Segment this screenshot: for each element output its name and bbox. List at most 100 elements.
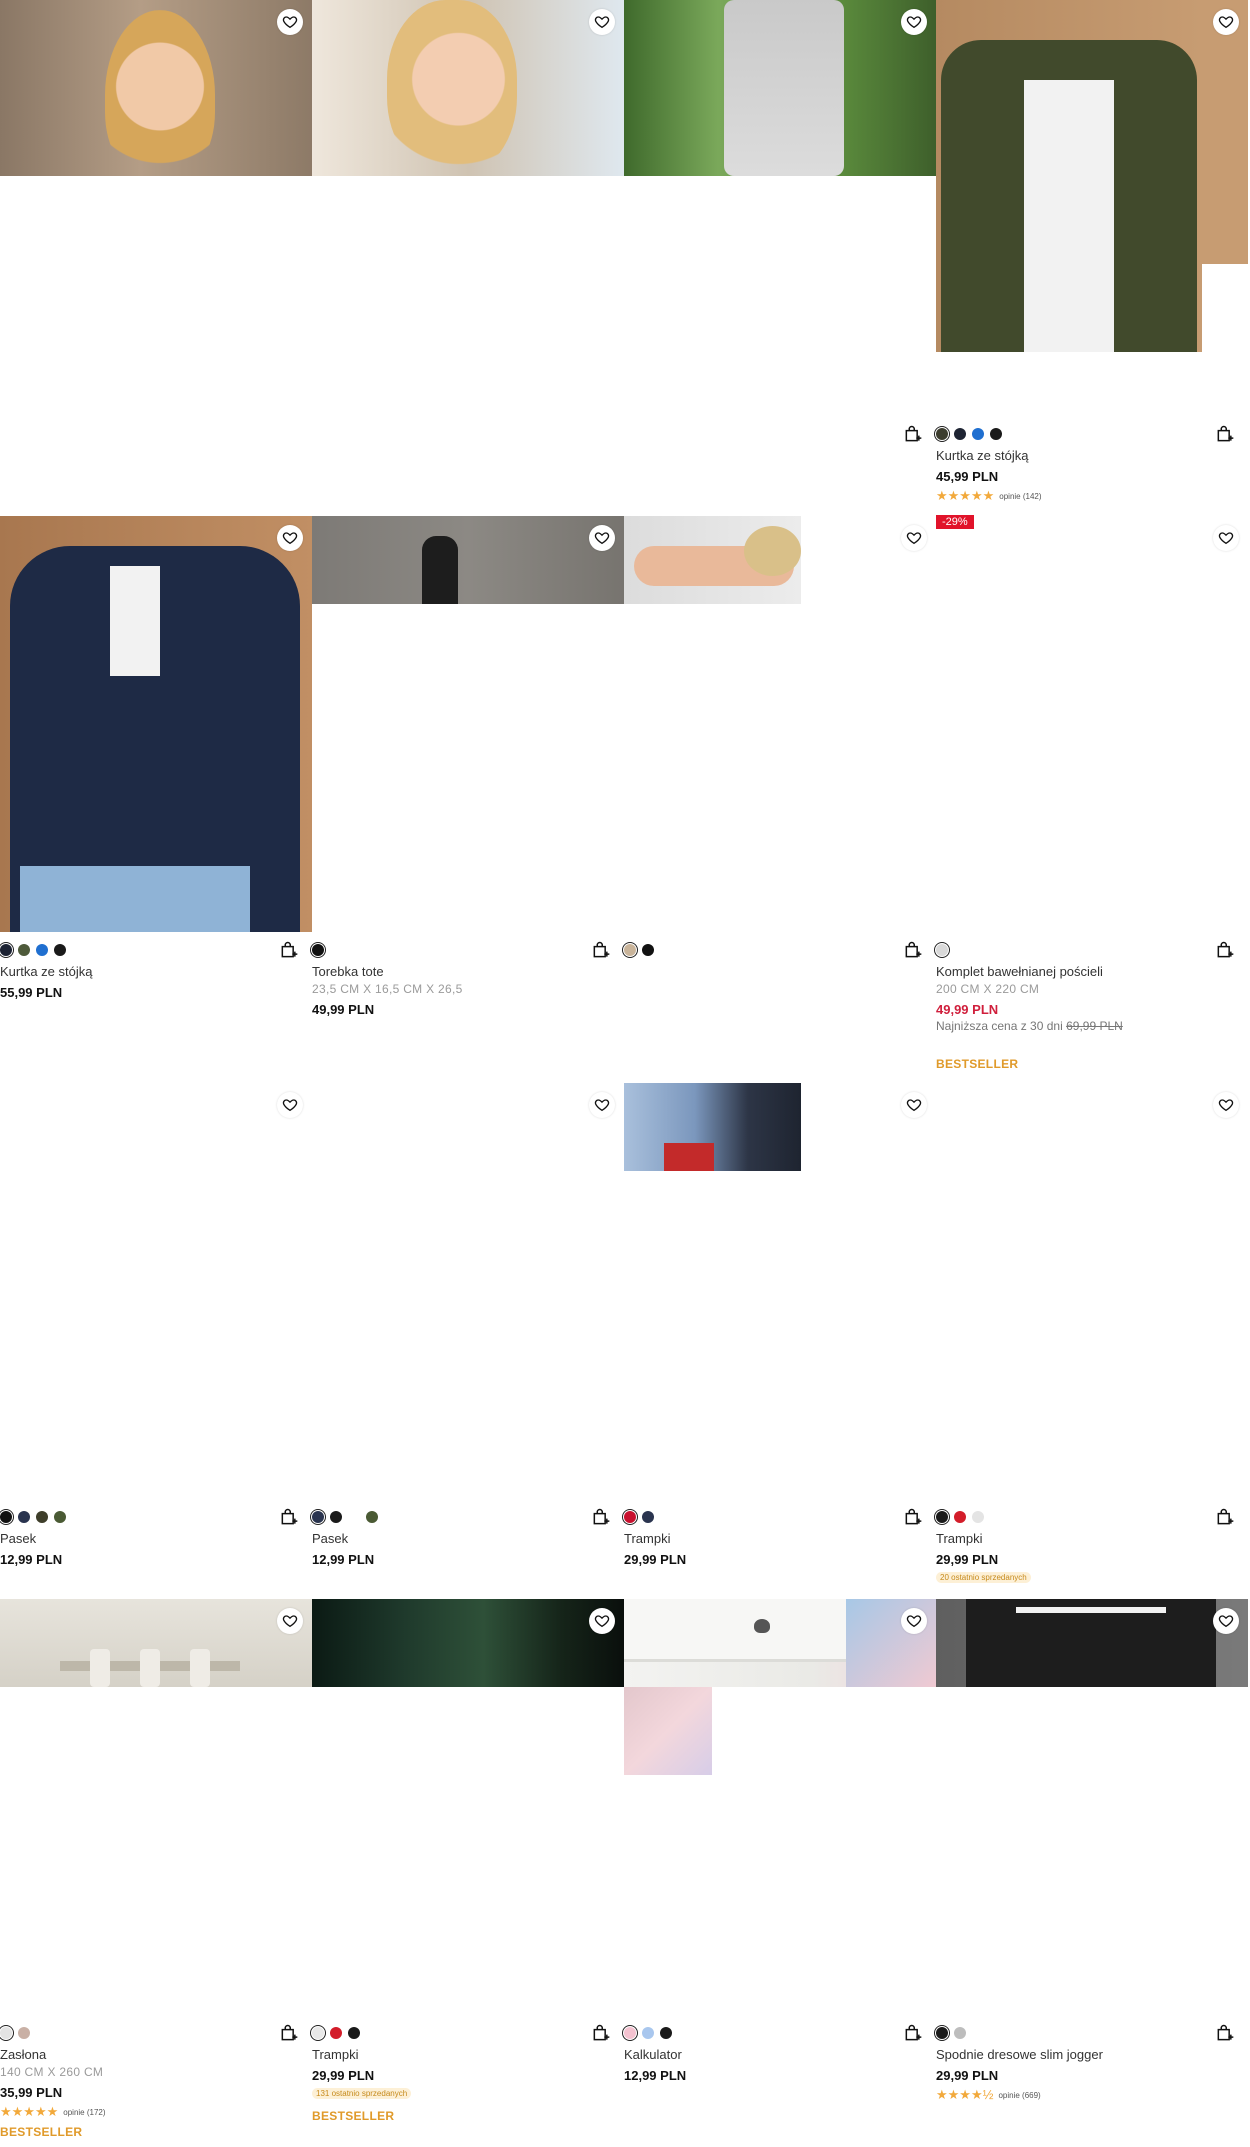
color-swatch[interactable] <box>36 1511 48 1523</box>
color-swatches[interactable] <box>624 2027 672 2039</box>
color-swatch[interactable] <box>936 2027 948 2039</box>
color-swatches[interactable] <box>936 2027 966 2039</box>
color-swatch[interactable] <box>972 1511 984 1523</box>
add-to-cart-bag-icon[interactable] <box>903 424 923 444</box>
color-swatches[interactable] <box>0 944 66 956</box>
review-count[interactable]: opinie (172) <box>63 2108 105 2117</box>
favorite-heart-icon[interactable] <box>277 525 303 551</box>
color-swatches[interactable] <box>312 944 324 956</box>
add-to-cart-bag-icon[interactable] <box>1215 940 1235 960</box>
review-count[interactable]: opinie (669) <box>998 2091 1040 2100</box>
favorite-heart-icon[interactable] <box>1213 525 1239 551</box>
color-swatches[interactable] <box>936 428 1002 440</box>
add-to-cart-bag-icon[interactable] <box>1215 1507 1235 1527</box>
color-swatch[interactable] <box>954 428 966 440</box>
product-image[interactable] <box>0 1599 312 1687</box>
color-swatch[interactable] <box>18 1511 30 1523</box>
add-to-cart-bag-icon[interactable] <box>279 1507 299 1527</box>
color-swatch[interactable] <box>990 428 1002 440</box>
color-swatch[interactable] <box>348 1511 360 1523</box>
color-swatch[interactable] <box>936 1511 948 1523</box>
color-swatch[interactable] <box>624 2027 636 2039</box>
product-image[interactable] <box>936 1599 1248 1687</box>
color-swatch[interactable] <box>0 944 12 956</box>
product-name[interactable]: Kalkulator <box>624 2047 682 2062</box>
favorite-heart-icon[interactable] <box>589 9 615 35</box>
product-name[interactable]: Pasek <box>312 1531 348 1546</box>
color-swatches[interactable] <box>312 1511 378 1523</box>
color-swatches[interactable] <box>936 1511 984 1523</box>
favorite-heart-icon[interactable] <box>277 1608 303 1634</box>
color-swatch[interactable] <box>624 1511 636 1523</box>
color-swatch[interactable] <box>18 944 30 956</box>
add-to-cart-bag-icon[interactable] <box>591 2023 611 2043</box>
color-swatch[interactable] <box>954 2027 966 2039</box>
color-swatch[interactable] <box>642 944 654 956</box>
add-to-cart-bag-icon[interactable] <box>279 2023 299 2043</box>
color-swatch[interactable] <box>366 1511 378 1523</box>
product-name[interactable]: Zasłona <box>0 2047 46 2062</box>
color-swatch[interactable] <box>348 2027 360 2039</box>
product-image[interactable] <box>624 1083 801 1171</box>
color-swatches[interactable] <box>936 944 948 956</box>
color-swatch[interactable] <box>0 2027 12 2039</box>
color-swatch[interactable] <box>936 428 948 440</box>
product-image[interactable] <box>312 1599 624 1687</box>
color-swatch[interactable] <box>972 428 984 440</box>
product-image[interactable] <box>624 516 801 604</box>
color-swatch[interactable] <box>624 944 636 956</box>
product-name[interactable]: Pasek <box>0 1531 36 1546</box>
favorite-heart-icon[interactable] <box>901 1092 927 1118</box>
add-to-cart-bag-icon[interactable] <box>903 940 923 960</box>
review-count[interactable]: opinie (142) <box>999 492 1041 501</box>
color-swatches[interactable] <box>312 2027 360 2039</box>
favorite-heart-icon[interactable] <box>901 9 927 35</box>
favorite-heart-icon[interactable] <box>901 1608 927 1634</box>
product-name[interactable]: Kurtka ze stójką <box>936 448 1029 463</box>
favorite-heart-icon[interactable] <box>901 525 927 551</box>
favorite-heart-icon[interactable] <box>1213 1092 1239 1118</box>
product-image[interactable] <box>312 516 624 604</box>
color-swatches[interactable] <box>0 2027 30 2039</box>
color-swatches[interactable] <box>0 1511 66 1523</box>
favorite-heart-icon[interactable] <box>277 9 303 35</box>
product-image[interactable] <box>0 516 312 932</box>
product-image[interactable] <box>0 0 312 176</box>
color-swatch[interactable] <box>642 2027 654 2039</box>
favorite-heart-icon[interactable] <box>589 1608 615 1634</box>
color-swatches[interactable] <box>624 944 654 956</box>
color-swatch[interactable] <box>330 1511 342 1523</box>
color-swatch[interactable] <box>330 2027 342 2039</box>
product-image[interactable] <box>312 0 624 176</box>
add-to-cart-bag-icon[interactable] <box>903 1507 923 1527</box>
add-to-cart-bag-icon[interactable] <box>591 1507 611 1527</box>
product-name[interactable]: Trampki <box>312 2047 358 2062</box>
favorite-heart-icon[interactable] <box>589 525 615 551</box>
add-to-cart-bag-icon[interactable] <box>1215 2023 1235 2043</box>
favorite-heart-icon[interactable] <box>1213 1608 1239 1634</box>
color-swatch[interactable] <box>54 1511 66 1523</box>
favorite-heart-icon[interactable] <box>277 1092 303 1118</box>
color-swatch[interactable] <box>0 1511 12 1523</box>
product-name[interactable]: Trampki <box>936 1531 982 1546</box>
color-swatch[interactable] <box>954 1511 966 1523</box>
color-swatch[interactable] <box>936 944 948 956</box>
color-swatch[interactable] <box>312 2027 324 2039</box>
color-swatch[interactable] <box>18 2027 30 2039</box>
product-name[interactable]: Spodnie dresowe slim jogger <box>936 2047 1103 2062</box>
product-image[interactable] <box>624 1599 936 1687</box>
color-swatch[interactable] <box>312 1511 324 1523</box>
color-swatch[interactable] <box>660 2027 672 2039</box>
product-name[interactable]: Trampki <box>624 1531 670 1546</box>
product-image[interactable] <box>624 0 936 176</box>
color-swatch[interactable] <box>312 944 324 956</box>
product-name[interactable]: Kurtka ze stójką <box>0 964 93 979</box>
add-to-cart-bag-icon[interactable] <box>1215 424 1235 444</box>
add-to-cart-bag-icon[interactable] <box>279 940 299 960</box>
favorite-heart-icon[interactable] <box>1213 9 1239 35</box>
add-to-cart-bag-icon[interactable] <box>903 2023 923 2043</box>
color-swatch[interactable] <box>642 1511 654 1523</box>
color-swatch[interactable] <box>54 944 66 956</box>
add-to-cart-bag-icon[interactable] <box>591 940 611 960</box>
product-image[interactable] <box>936 0 1202 352</box>
